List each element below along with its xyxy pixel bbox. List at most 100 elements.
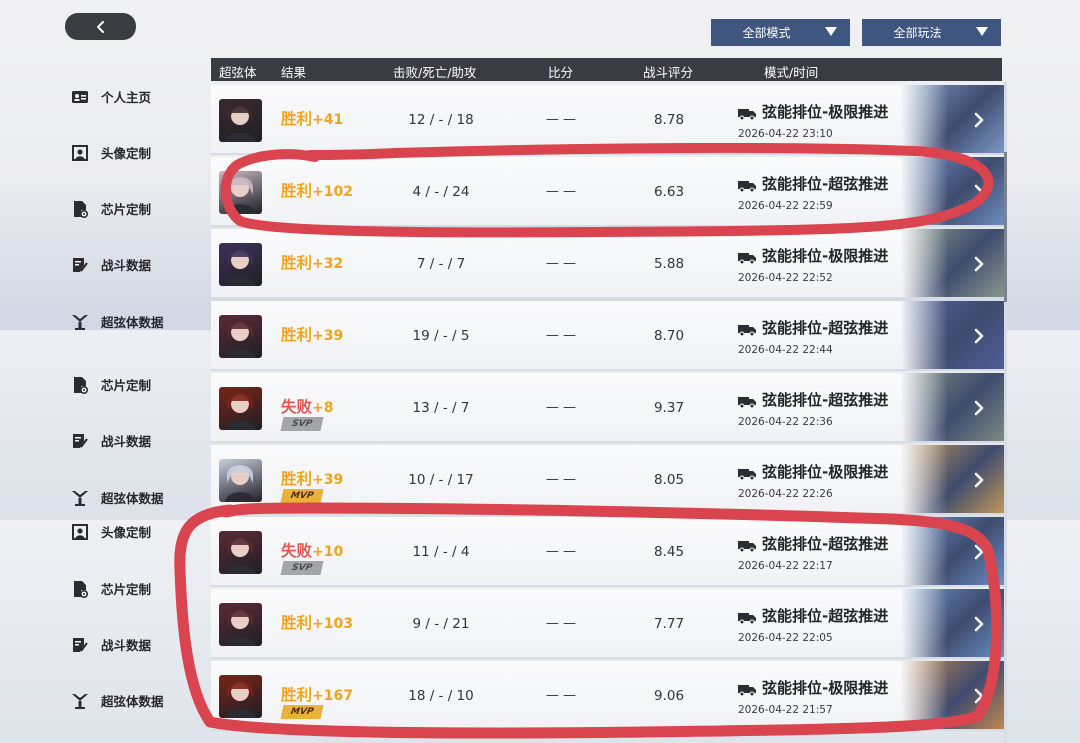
match-result: 胜利+41 [281,107,343,129]
truck-icon [738,250,756,264]
scrollbar-thumb[interactable] [1004,152,1007,302]
battle-rating: 9.06 [653,688,685,704]
match-mode: 弦能排位-极限推进 [738,677,888,698]
chevron-right-icon[interactable] [969,182,989,202]
match-time: 2026-04-22 21:57 [738,704,833,716]
match-row[interactable]: 胜利+39 19 / - / 5 — — 8.70 弦能排位-超弦推进 2026-04-2… [211,301,1005,371]
kda-value: 4 / - / 24 [412,184,470,200]
character-data-icon [70,489,90,507]
chevron-right-icon[interactable] [969,326,989,346]
result-text: 失败 [281,542,313,560]
sidebar-item[interactable]: 芯片定制 [70,199,151,218]
back-button[interactable] [65,13,136,40]
map-thumbnail [901,661,1005,729]
result-text: 胜利 [281,686,313,704]
match-time: 2026-04-22 22:52 [738,272,833,284]
character-avatar [219,315,262,358]
match-mode-label: 弦能排位-超弦推进 [762,319,889,337]
map-thumbnail [901,157,1005,225]
sidebar-item[interactable]: 战斗数据 [70,255,151,274]
match-row[interactable]: 胜利+32 7 / - / 7 — — 5.88 弦能排位-极限推进 2026-04-22… [211,229,1005,299]
match-result: 失败+10 [281,539,343,561]
character-avatar [219,171,262,214]
sidebar-item-label: 个人主页 [101,90,152,105]
rank-delta: +32 [312,256,344,272]
map-thumbnail [901,301,1005,369]
match-mode: 弦能排位-极限推进 [738,101,888,122]
result-text: 胜利 [281,614,313,632]
score-value: — — [545,256,577,271]
result-text: 胜利 [281,182,313,200]
match-row[interactable]: 失败+10 SVP 11 / - / 4 — — 8.45 弦能排位-超弦推进 2026-0… [211,517,1005,587]
chevron-right-icon[interactable] [969,110,989,130]
score-value: — — [545,328,577,343]
sidebar-item-label: 芯片定制 [101,582,152,597]
svp-badge: SVP [280,417,324,431]
map-thumbnail [901,517,1005,585]
match-row[interactable]: 胜利+103 9 / - / 21 — — 7.77 弦能排位-超弦推进 2026-04-… [211,589,1005,659]
battle-rating: 7.77 [653,616,685,632]
sidebar-item[interactable]: 超弦体数据 [70,312,164,331]
sidebar-item[interactable]: 芯片定制 [70,579,151,598]
match-mode: 弦能排位-超弦推进 [738,533,888,554]
sidebar-item[interactable]: 头像定制 [70,143,151,162]
character-data-icon [70,692,90,710]
scrollbar[interactable] [1004,82,1007,742]
truck-icon [738,682,756,696]
avatar-frame-icon [70,144,90,162]
match-result: 胜利+32 [281,251,343,273]
rank-delta: +41 [312,112,344,128]
avatar-frame-icon [70,523,90,541]
match-row[interactable]: 胜利+39 MVP 10 / - / 17 — — 8.05 弦能排位-极限推进 2026-… [211,445,1005,515]
chevron-right-icon[interactable] [969,254,989,274]
gameplay-filter-dropdown[interactable]: 全部玩法 [862,19,1001,46]
profile-card-icon [70,88,90,106]
match-time: 2026-04-22 22:05 [738,632,833,644]
character-data-icon [70,313,90,331]
map-thumbnail [901,85,1005,153]
score-value: — — [545,544,577,559]
sidebar-item[interactable]: 芯片定制 [70,375,151,394]
rank-delta: +103 [312,616,353,632]
truck-icon [738,610,756,624]
match-mode: 弦能排位-极限推进 [738,461,888,482]
sidebar-item[interactable]: 超弦体数据 [70,691,164,710]
result-text: 胜利 [281,110,313,128]
chevron-right-icon[interactable] [969,470,989,490]
chevron-right-icon[interactable] [969,614,989,634]
kda-value: 18 / - / 10 [408,688,474,704]
chip-gear-icon [70,580,90,598]
chevron-right-icon[interactable] [969,542,989,562]
score-value: — — [545,688,577,703]
match-time: 2026-04-22 22:26 [738,488,833,500]
match-row[interactable]: 胜利+102 4 / - / 24 — — 6.63 弦能排位-超弦推进 2026-04-… [211,157,1005,227]
mode-filter-dropdown[interactable]: 全部模式 [711,19,850,46]
match-time: 2026-04-22 22:59 [738,200,833,212]
sidebar-item[interactable]: 超弦体数据 [70,488,164,507]
sidebar-item[interactable]: 个人主页 [70,87,151,106]
chip-gear-icon [70,376,90,394]
sidebar-item[interactable]: 战斗数据 [70,635,151,654]
match-result: 胜利+39 [281,323,343,345]
mvp-badge: MVP [280,705,324,719]
match-time: 2026-04-22 22:36 [738,416,833,428]
match-result: 胜利+102 [281,179,353,201]
sidebar-item[interactable]: 战斗数据 [70,431,151,450]
match-row[interactable]: 胜利+41 12 / - / 18 — — 8.78 弦能排位-极限推进 2026-04-… [211,85,1005,155]
match-result: 失败+8 [281,395,334,417]
character-avatar [219,675,262,718]
gameplay-filter-label: 全部玩法 [893,26,942,40]
character-avatar [219,531,262,574]
match-time: 2026-04-22 23:10 [738,128,833,140]
match-row[interactable]: 失败+8 SVP 13 / - / 7 — — 9.37 弦能排位-超弦推进 2026-04… [211,373,1005,443]
match-row[interactable]: 胜利+167 MVP 18 / - / 10 — — 9.06 弦能排位-极限推进 2026… [211,661,1005,731]
match-result: 胜利+167 [281,683,353,705]
chevron-right-icon[interactable] [969,686,989,706]
result-text: 失败 [281,398,313,416]
result-text: 胜利 [281,470,313,488]
battle-rating: 5.88 [653,256,685,272]
sidebar-item[interactable]: 头像定制 [70,522,151,541]
sidebar-item-label: 战斗数据 [101,258,152,273]
chevron-right-icon[interactable] [969,398,989,418]
match-mode-label: 弦能排位-超弦推进 [762,391,889,409]
